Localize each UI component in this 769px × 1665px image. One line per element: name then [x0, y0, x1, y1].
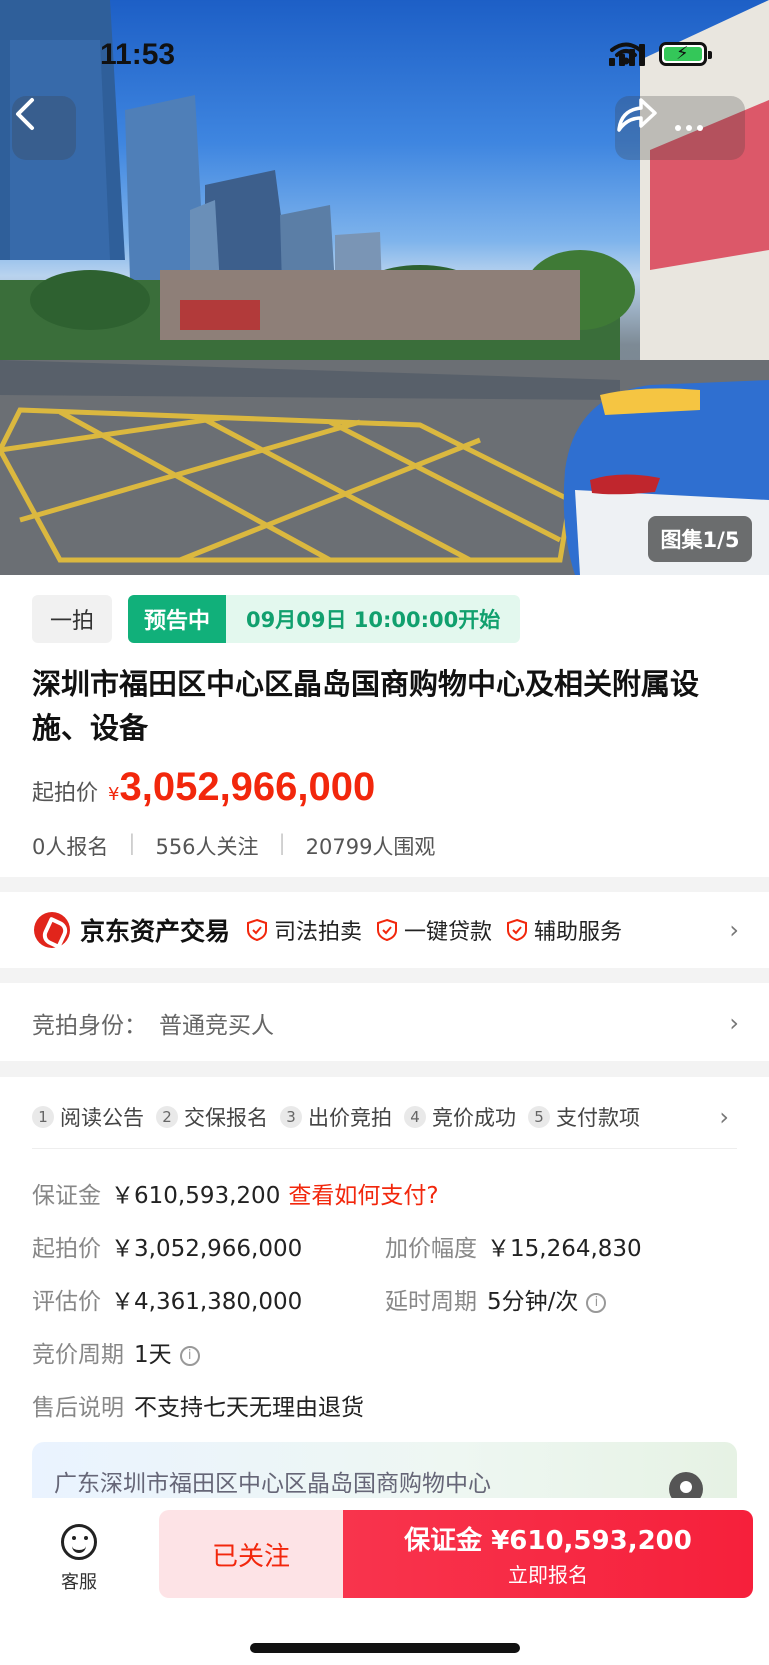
shield-check-icon: [377, 918, 398, 942]
jd-asset-logo-icon: [34, 912, 70, 948]
step-label: 阅读公告: [60, 1105, 144, 1130]
section-divider: [0, 877, 769, 892]
step-item: 5 支付款项: [528, 1102, 640, 1132]
step-number: 3: [280, 1105, 302, 1128]
starting-price-row: 起拍价 ￥3,052,966,000: [32, 1229, 302, 1263]
starting-price: 起拍价 ¥ 3,052,966,000: [32, 765, 375, 810]
more-icon[interactable]: [675, 125, 703, 131]
step-label: 出价竞拍: [308, 1105, 392, 1130]
info-icon[interactable]: i: [586, 1292, 607, 1313]
step-item: 4 竞价成功: [404, 1102, 516, 1132]
bid-cycle-value: 1天: [134, 1342, 172, 1368]
bottom-action-bar: 客服 已关注 保证金 ¥610,593,200 立即报名: [0, 1498, 769, 1665]
step-item: 3 出价竞拍: [280, 1102, 392, 1132]
status-time: 11:53: [100, 38, 176, 71]
signup-now-text: 立即报名: [508, 1563, 588, 1587]
starting-price-label: 起拍价: [32, 781, 99, 806]
step-number: 4: [404, 1105, 426, 1128]
step-label: 竞价成功: [432, 1105, 516, 1130]
identity-value: 普通竞买人: [159, 1013, 274, 1039]
signup-deposit-button[interactable]: 保证金 ¥610,593,200 立即报名: [343, 1510, 753, 1598]
smiley-service-icon: [61, 1524, 97, 1560]
appraisal-row: 评估价 ￥4,361,380,000: [32, 1282, 302, 1316]
service-label: 客服: [61, 1572, 97, 1593]
signup-deposit-text: 保证金 ¥610,593,200: [404, 1526, 692, 1556]
signup-count: 0人报名: [32, 835, 109, 859]
bid-cycle-row: 竞价周期 1天 i: [32, 1335, 200, 1369]
chevron-left-icon: [16, 98, 34, 130]
step-number: 5: [528, 1105, 550, 1128]
hero-photo[interactable]: 11:53 ⚡ 图集1/5: [0, 0, 769, 575]
identity-label: 竞拍身份：: [32, 1013, 147, 1039]
step-item: 1 阅读公告: [32, 1102, 144, 1132]
after-sale-label: 售后说明: [32, 1395, 124, 1421]
auction-stats: 0人报名 | 556人关注 | 20799人围观: [32, 831, 436, 859]
appraisal-label: 评估价: [32, 1289, 101, 1315]
increment-label: 加价幅度: [385, 1236, 477, 1262]
deposit-row: 保证金 ￥610,593,200 查看如何支付?: [32, 1176, 439, 1210]
after-sale-row: 售后说明 不支持七天无理由退货: [32, 1388, 364, 1422]
status-tag: 预告中: [128, 595, 227, 643]
deposit-value: ￥610,593,200: [111, 1183, 281, 1209]
step-label: 支付款项: [556, 1105, 640, 1130]
status-bar: 11:53 ⚡: [0, 0, 769, 110]
step-item: 2 交保报名: [156, 1102, 268, 1132]
currency-symbol: ¥: [108, 784, 120, 805]
bidder-identity-row[interactable]: 竞拍身份： 普通竞买人 ›: [0, 985, 769, 1061]
delay-cycle-row: 延时周期 5分钟/次 i: [385, 1282, 607, 1316]
shield-check-icon: [507, 918, 528, 942]
increment-row: 加价幅度 ￥15,264,830: [385, 1229, 642, 1263]
bid-cycle-label: 竞价周期: [32, 1342, 124, 1368]
auction-title: 深圳市福田区中心区晶岛国商购物中心及相关附属设施、设备: [32, 667, 700, 745]
appraisal-value: ￥4,361,380,000: [111, 1289, 303, 1315]
view-count: 20799人围观: [305, 835, 436, 859]
step-number: 1: [32, 1105, 54, 1128]
feature-label: 一键贷款: [404, 920, 493, 945]
start-time-tag: 09月09日 10:00:00开始: [226, 595, 521, 643]
address-text: 广东深圳市福田区中心区晶岛国商购物中心: [54, 1471, 491, 1497]
step-label: 交保报名: [184, 1105, 268, 1130]
delay-label: 延时周期: [385, 1289, 477, 1315]
gallery-counter-badge[interactable]: 图集1/5: [648, 516, 752, 562]
feature-label: 司法拍卖: [274, 920, 363, 945]
battery-charging-icon: ⚡: [659, 42, 712, 66]
increment-value: ￥15,264,830: [487, 1236, 642, 1262]
feature-judicial-auction: 司法拍卖: [246, 914, 362, 946]
deposit-label: 保证金: [32, 1183, 101, 1209]
shield-check-icon: [247, 918, 268, 942]
delay-value: 5分钟/次: [487, 1289, 579, 1315]
round-tag: 一拍: [32, 595, 112, 643]
feature-one-click-loan: 一键贷款: [376, 914, 492, 946]
brand-services-row[interactable]: 京东资产交易 司法拍卖 一键贷款 辅助服务 ›: [0, 892, 769, 968]
section-divider: [0, 1061, 769, 1077]
chevron-right-icon: ›: [729, 1009, 739, 1037]
starting-price-value: 3,052,966,000: [119, 765, 376, 809]
top-actions: [615, 96, 745, 160]
followed-button[interactable]: 已关注: [159, 1510, 343, 1598]
share-icon[interactable]: [615, 96, 659, 134]
brand-name: 京东资产交易: [80, 917, 231, 946]
detail-start-label: 起拍价: [32, 1236, 101, 1262]
follow-count: 556人关注: [155, 835, 259, 859]
wifi-icon: [610, 42, 642, 65]
chevron-right-icon: ›: [719, 1102, 729, 1131]
home-indicator[interactable]: [250, 1643, 520, 1653]
step-number: 2: [156, 1105, 178, 1128]
auction-steps[interactable]: 1 阅读公告 2 交保报名 3 出价竞拍 4 竞价成功 5 支付款项 ›: [32, 1085, 737, 1149]
detail-start-value: ￥3,052,966,000: [111, 1236, 303, 1262]
back-button[interactable]: [12, 96, 76, 160]
after-sale-value: 不支持七天无理由退货: [134, 1395, 364, 1421]
how-to-pay-link[interactable]: 查看如何支付?: [288, 1183, 438, 1209]
feature-label: 辅助服务: [534, 920, 623, 945]
customer-service-button[interactable]: 客服: [50, 1524, 108, 1594]
chevron-right-icon: ›: [729, 916, 739, 944]
feature-assist-service: 辅助服务: [506, 914, 622, 946]
section-divider: [0, 968, 769, 983]
info-icon[interactable]: i: [179, 1345, 200, 1366]
